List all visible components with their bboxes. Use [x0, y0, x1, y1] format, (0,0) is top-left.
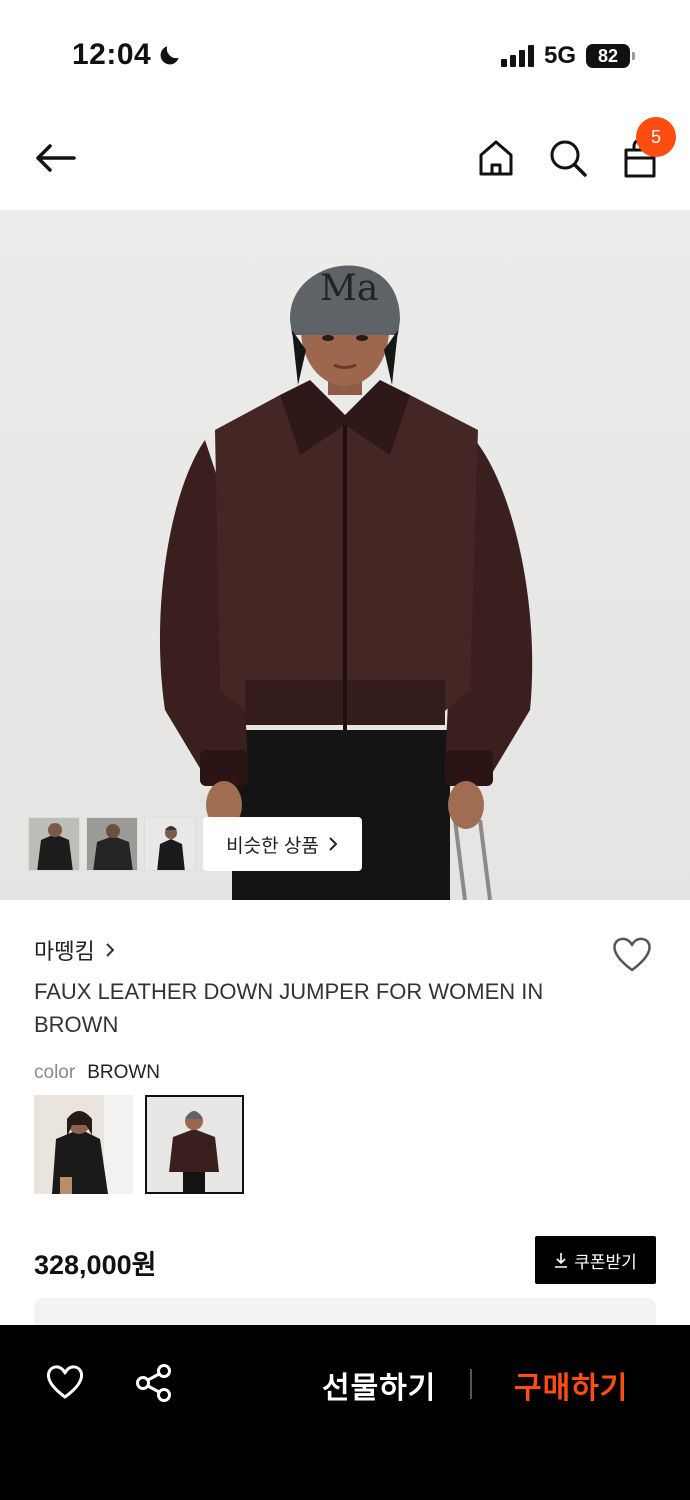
- similar-products-label: 비슷한 상품: [226, 835, 319, 857]
- status-time: 12:04: [72, 38, 183, 72]
- coupon-label: 쿠폰받기: [574, 1252, 637, 1272]
- brand-name: 마뗑킴: [34, 939, 95, 964]
- product-title: FAUX LEATHER DOWN JUMPER FOR WOMEN IN BR…: [34, 979, 544, 1037]
- moon-icon: [160, 46, 179, 65]
- color-label: color: [34, 1062, 76, 1083]
- cart-count-badge: 5: [636, 117, 676, 157]
- beanie-text: Ma: [320, 268, 378, 309]
- chevron-right-icon: [329, 837, 338, 851]
- divider: [470, 1369, 472, 1399]
- buy-button[interactable]: 구매하기: [514, 1363, 628, 1407]
- time-text: 12:04: [72, 38, 152, 71]
- status-indicators: 5G 82: [500, 42, 635, 70]
- status-bar: 12:04 5G 82: [0, 0, 690, 110]
- wishlist-heart-icon[interactable]: [610, 934, 654, 974]
- color-value: BROWN: [87, 1062, 161, 1083]
- battery-level: 82: [597, 45, 619, 66]
- like-heart-icon[interactable]: [44, 1363, 86, 1401]
- top-nav: [0, 110, 690, 210]
- gift-button[interactable]: 선물하기: [322, 1363, 436, 1407]
- model-illustration: Ma: [159, 265, 533, 900]
- product-price: 328,000원: [34, 1250, 157, 1280]
- coupon-download-button[interactable]: 쿠폰받기: [535, 1236, 656, 1284]
- network-label: 5G: [543, 42, 576, 69]
- brand-link[interactable]: 마뗑킴: [34, 934, 115, 966]
- color-row: color BROWN: [34, 1062, 160, 1084]
- bottom-action-bar: 선물하기 구매하기: [0, 1325, 690, 1500]
- download-icon: [555, 1253, 568, 1268]
- color-option-swatch-selected[interactable]: [145, 1095, 244, 1194]
- chevron-right-icon: [106, 943, 115, 957]
- similar-products-button[interactable]: 비슷한 상품: [203, 817, 362, 871]
- product-hero-image[interactable]: Ma: [0, 210, 690, 900]
- gallery-thumbnail[interactable]: [144, 817, 196, 871]
- search-icon[interactable]: [546, 136, 590, 180]
- gallery-thumbnail[interactable]: [86, 817, 138, 871]
- color-option-swatch[interactable]: [34, 1095, 133, 1194]
- battery-icon: 82: [586, 44, 635, 68]
- gallery-thumbnail[interactable]: [28, 817, 80, 871]
- share-icon[interactable]: [134, 1363, 174, 1403]
- signal-icon: [500, 45, 534, 67]
- back-arrow-icon[interactable]: [30, 138, 80, 178]
- home-icon[interactable]: [474, 136, 518, 180]
